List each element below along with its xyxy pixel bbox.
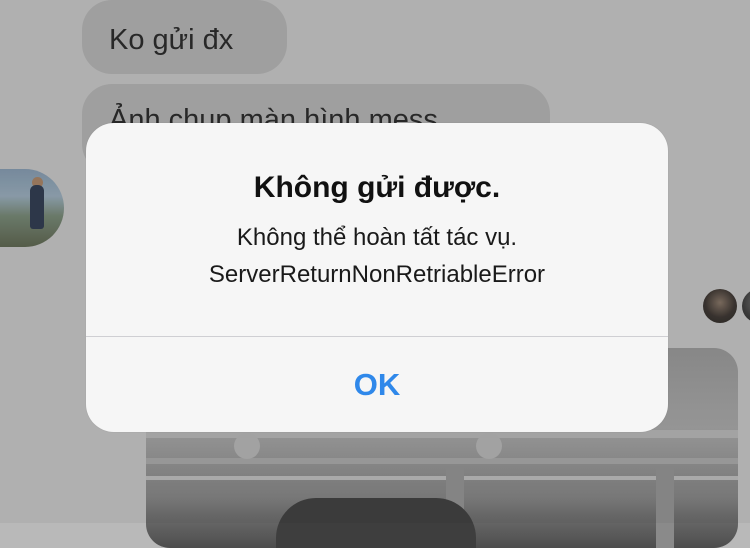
error-alert-dialog: Không gửi được. Không thể hoàn tất tác v… [86,123,668,432]
alert-error-code: ServerReturnNonRetriableError [208,261,546,288]
alert-message: Không thể hoàn tất tác vụ. [236,224,518,251]
alert-title: Không gửi được. [253,171,501,204]
ok-button[interactable]: OK [86,337,668,432]
